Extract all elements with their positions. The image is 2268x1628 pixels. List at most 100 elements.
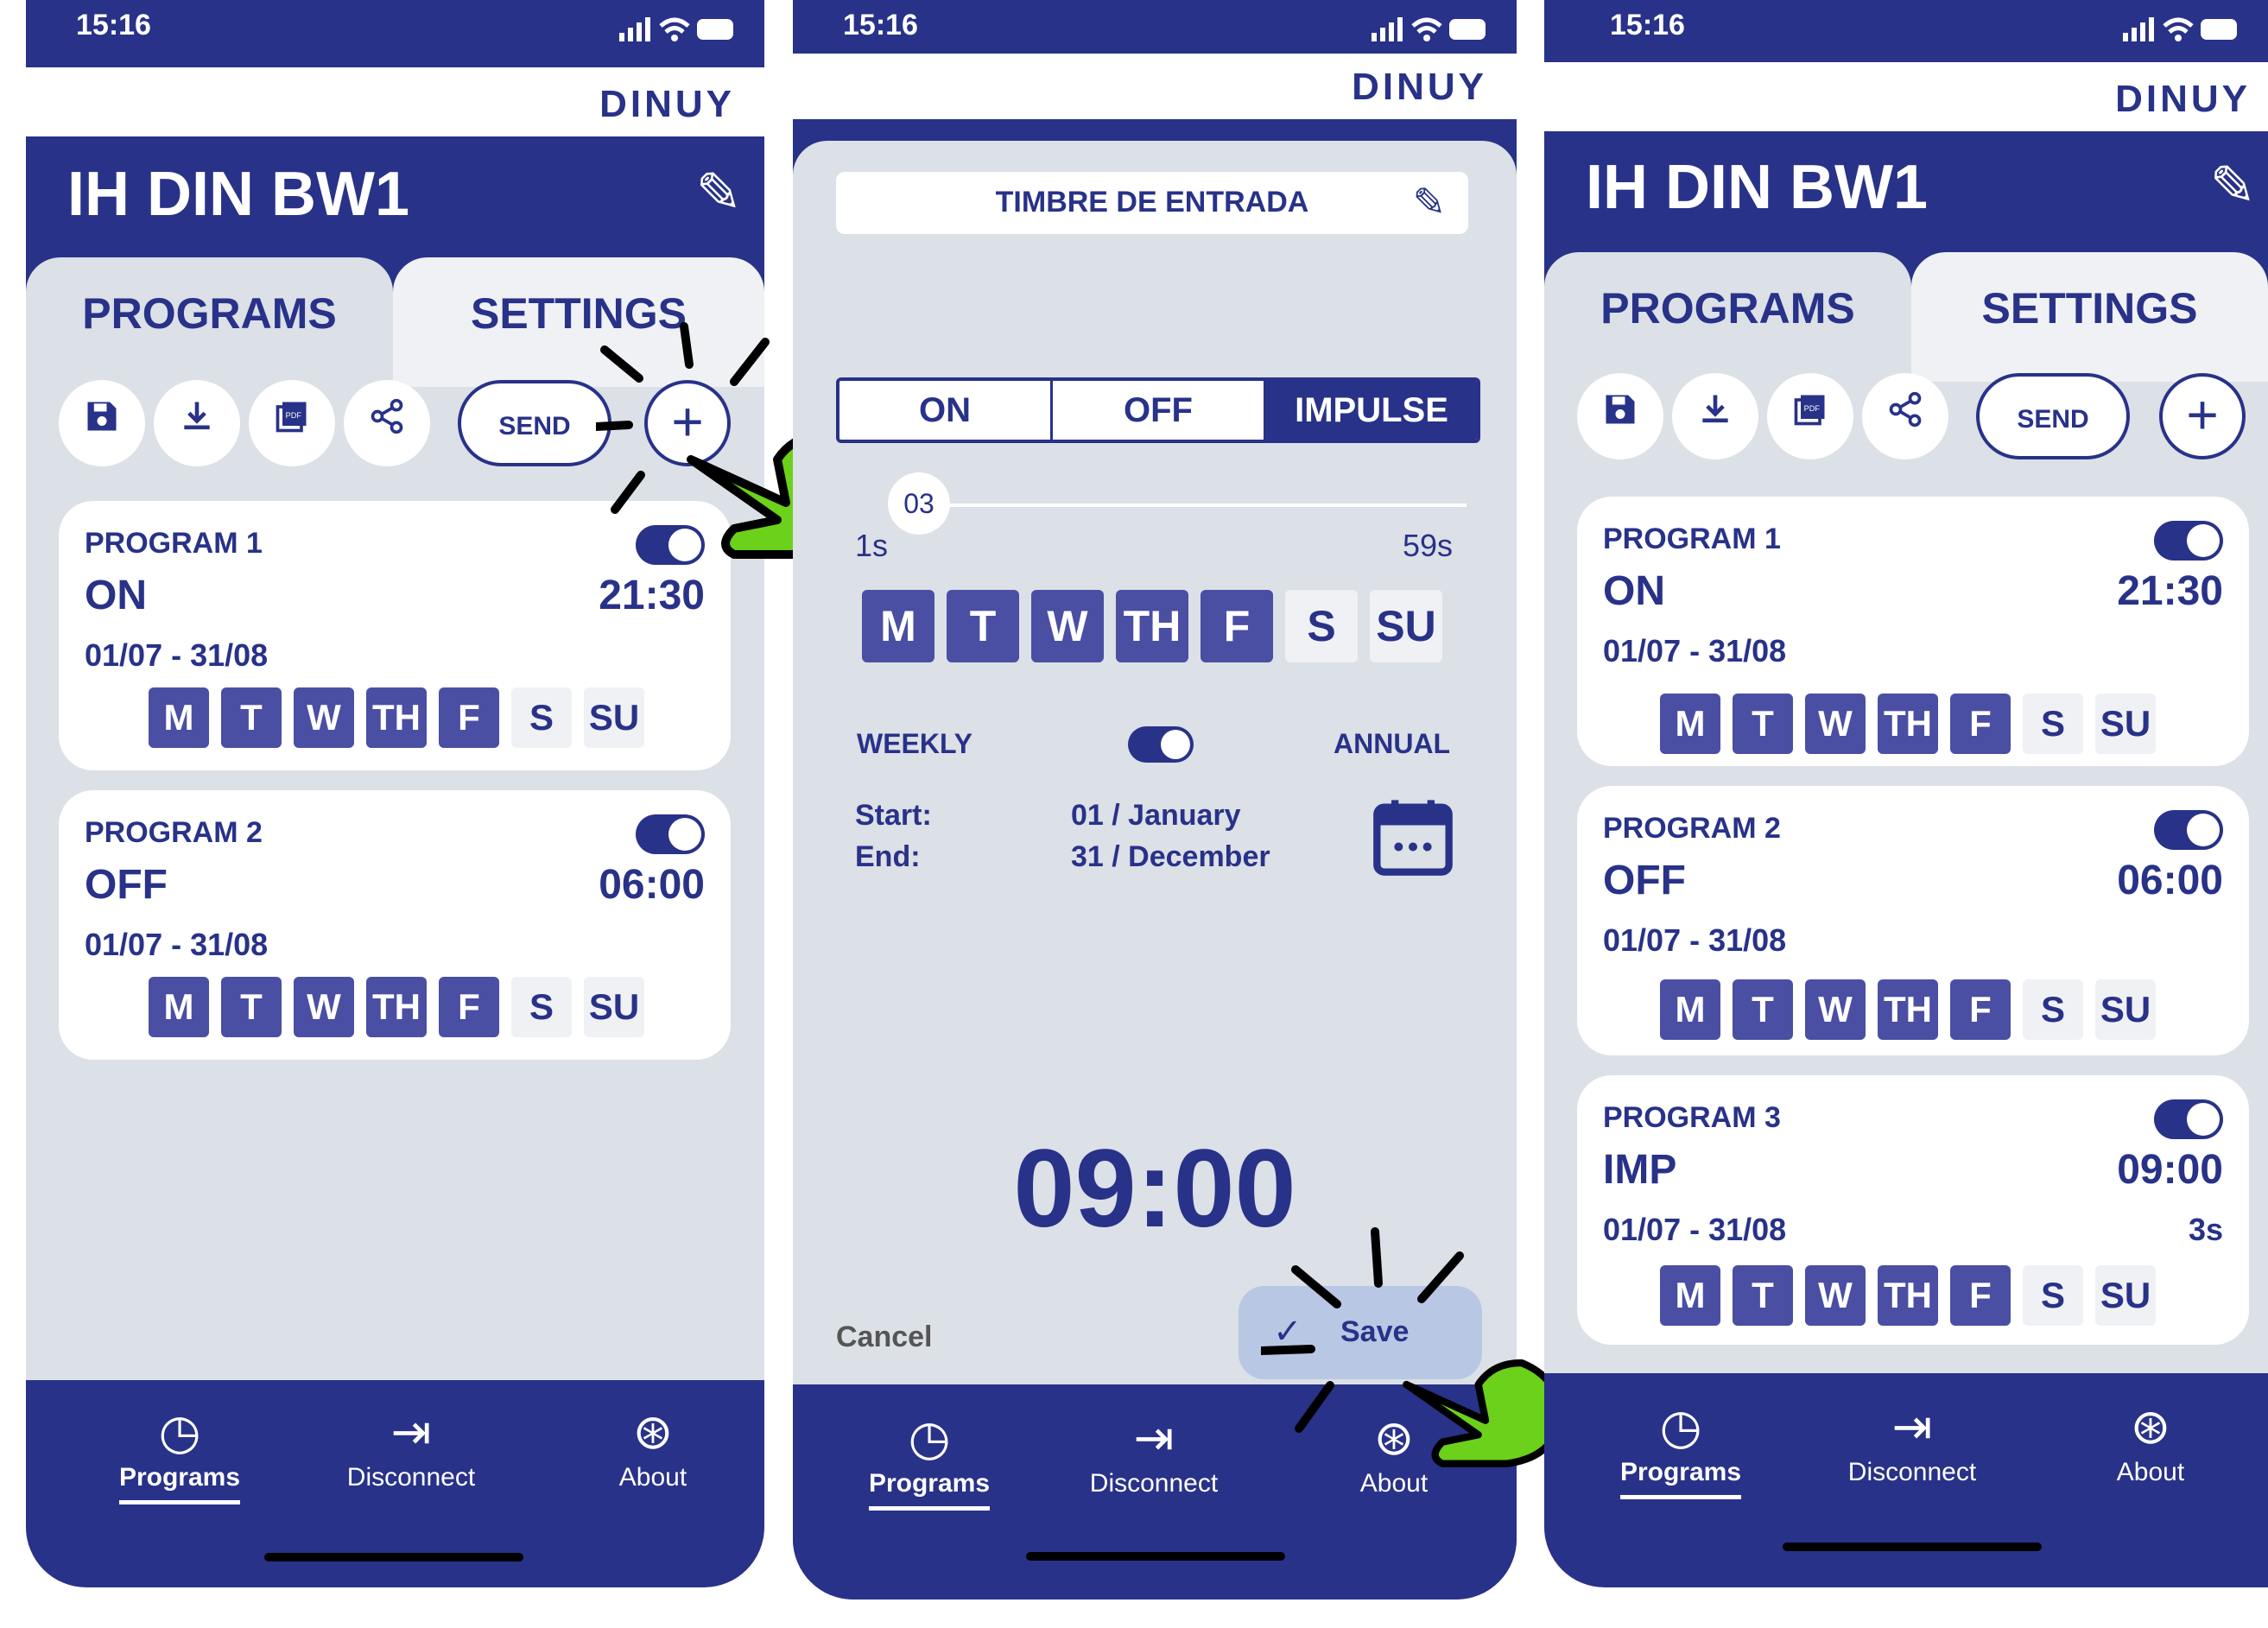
- weekly-annual-toggle[interactable]: [1128, 726, 1194, 763]
- program-card[interactable]: PROGRAM 3 IMP 09:00 01/07 - 31/08 3s M T…: [1577, 1075, 2249, 1345]
- nav-programs[interactable]: ◷ Programs: [67, 1401, 292, 1504]
- mode-off[interactable]: OFF: [1053, 381, 1266, 440]
- nav-programs[interactable]: ◷ Programs: [817, 1407, 1042, 1511]
- tab-programs[interactable]: PROGRAMS: [1544, 252, 1911, 382]
- signal-wifi-battery-icon: [2123, 17, 2237, 41]
- impulse-slider-track[interactable]: [896, 504, 1467, 507]
- logout-icon: ⇥: [1891, 1399, 1933, 1454]
- nav-about[interactable]: ⊛ About: [541, 1401, 764, 1492]
- program-card[interactable]: PROGRAM 1 ON 21:30 01/07 - 31/08 M T W T…: [59, 501, 731, 770]
- impulse-slider-knob[interactable]: 03: [888, 472, 950, 535]
- tab-settings[interactable]: SETTINGS: [1911, 252, 2268, 382]
- bottom-nav: ◷ Programs ⇥ Disconnect ⊛ About: [26, 1380, 764, 1587]
- send-button[interactable]: SEND: [458, 380, 611, 466]
- day-chip: SU: [584, 687, 644, 748]
- lifebuoy-icon: ⊛: [632, 1404, 674, 1459]
- nav-disconnect[interactable]: ⇥ Disconnect: [299, 1401, 523, 1492]
- day-chip: TH: [366, 977, 427, 1037]
- nav-disconnect[interactable]: ⇥ Disconnect: [1800, 1396, 2024, 1487]
- home-indicator: [1783, 1542, 2042, 1551]
- day-chip: TH: [1878, 1265, 1938, 1326]
- status-bar: 15:16: [793, 0, 1517, 54]
- nav-programs[interactable]: ◷ Programs: [1568, 1396, 1793, 1499]
- logo-bar: DINUY: [1544, 62, 2268, 131]
- day-chip: T: [1733, 1265, 1793, 1326]
- program-mode: OFF: [85, 862, 168, 908]
- program-card[interactable]: PROGRAM 2 OFF 06:00 01/07 - 31/08 M T W …: [1577, 786, 2249, 1055]
- share-icon[interactable]: [344, 380, 430, 466]
- mode-impulse[interactable]: IMPULSE: [1266, 381, 1477, 440]
- status-bar: 15:16: [1544, 0, 2268, 62]
- day-chip: S: [2023, 694, 2083, 754]
- day-chip: W: [1805, 979, 1866, 1040]
- program-time: 21:30: [2117, 568, 2223, 614]
- save-icon[interactable]: [59, 380, 145, 466]
- program-time: 06:00: [599, 862, 705, 908]
- pencil-icon[interactable]: ✎: [695, 161, 742, 225]
- program-mode: ON: [1603, 568, 1665, 614]
- send-button[interactable]: SEND: [1976, 373, 2130, 459]
- status-icons: [2121, 14, 2242, 51]
- logo-bar: DINUY: [26, 67, 764, 136]
- plus-icon[interactable]: +: [2159, 373, 2246, 459]
- day-chip[interactable]: SU: [1370, 590, 1442, 662]
- status-time: 15:16: [76, 9, 151, 41]
- status-icons: [1370, 14, 1491, 51]
- status-icons: [618, 14, 738, 51]
- program-toggle[interactable]: [636, 814, 705, 854]
- device-title: IH DIN BW1: [1586, 153, 1928, 222]
- pdf-icon[interactable]: PDF: [1767, 373, 1853, 459]
- pencil-icon[interactable]: ✎: [1412, 179, 1446, 225]
- mode-selector[interactable]: ON OFF IMPULSE: [836, 377, 1480, 443]
- cancel-button[interactable]: Cancel: [836, 1321, 933, 1354]
- program-card[interactable]: PROGRAM 2 OFF 06:00 01/07 - 31/08 M T W …: [59, 790, 731, 1060]
- day-chip: F: [439, 687, 499, 748]
- program-card[interactable]: PROGRAM 1 ON 21:30 01/07 - 31/08 M T W T…: [1577, 497, 2249, 766]
- day-chip[interactable]: TH: [1116, 590, 1188, 662]
- share-icon[interactable]: [1862, 373, 1948, 459]
- program-toggle[interactable]: [2154, 521, 2223, 561]
- day-chip[interactable]: W: [1031, 590, 1104, 662]
- status-time: 15:16: [843, 9, 918, 41]
- nav-about[interactable]: ⊛ About: [2038, 1396, 2263, 1487]
- download-icon[interactable]: [1672, 373, 1758, 459]
- lifebuoy-icon: ⊛: [2130, 1399, 2171, 1454]
- download-icon[interactable]: [154, 380, 240, 466]
- day-chip: M: [1660, 979, 1720, 1040]
- device-title: IH DIN BW1: [67, 160, 409, 229]
- program-duration: 3s: [2188, 1212, 2223, 1247]
- tab-programs[interactable]: PROGRAMS: [26, 257, 393, 387]
- calendar-icon[interactable]: [1370, 790, 1456, 882]
- day-chip: S: [2023, 1265, 2083, 1326]
- pencil-icon[interactable]: ✎: [2209, 154, 2256, 219]
- day-chip: T: [221, 687, 282, 748]
- day-chip[interactable]: F: [1201, 590, 1273, 662]
- status-bar: 15:16: [26, 0, 764, 67]
- program-mode: OFF: [1603, 858, 1686, 903]
- program-name-field[interactable]: TIMBRE DE ENTRADA ✎: [836, 172, 1468, 234]
- slider-min-label: 1s: [855, 528, 889, 563]
- day-chip[interactable]: M: [862, 590, 934, 662]
- day-chip[interactable]: T: [947, 590, 1019, 662]
- day-chip: S: [511, 687, 572, 748]
- program-name: TIMBRE DE ENTRADA: [995, 186, 1309, 219]
- bottom-nav: ◷ Programs ⇥ Disconnect ⊛ About: [1544, 1373, 2268, 1587]
- program-time: 21:30: [599, 573, 705, 618]
- end-label: End:: [855, 840, 921, 873]
- save-icon[interactable]: [1577, 373, 1663, 459]
- day-chip: W: [1805, 1265, 1866, 1326]
- program-name: PROGRAM 1: [85, 527, 263, 560]
- day-chip[interactable]: S: [1285, 590, 1358, 662]
- clock-icon: ◷: [1659, 1399, 1702, 1454]
- program-dates: 01/07 - 31/08: [1603, 633, 1787, 668]
- day-chip: M: [149, 687, 209, 748]
- nav-label: Disconnect: [1847, 1458, 1977, 1486]
- clock-icon: ◷: [908, 1410, 951, 1465]
- pdf-icon[interactable]: PDF: [249, 380, 335, 466]
- program-toggle[interactable]: [2154, 1099, 2223, 1139]
- mode-on[interactable]: ON: [839, 381, 1053, 440]
- day-chip: SU: [2095, 694, 2156, 754]
- program-toggle[interactable]: [2154, 810, 2223, 850]
- program-name: PROGRAM 3: [1603, 1101, 1781, 1134]
- nav-disconnect[interactable]: ⇥ Disconnect: [1042, 1407, 1266, 1498]
